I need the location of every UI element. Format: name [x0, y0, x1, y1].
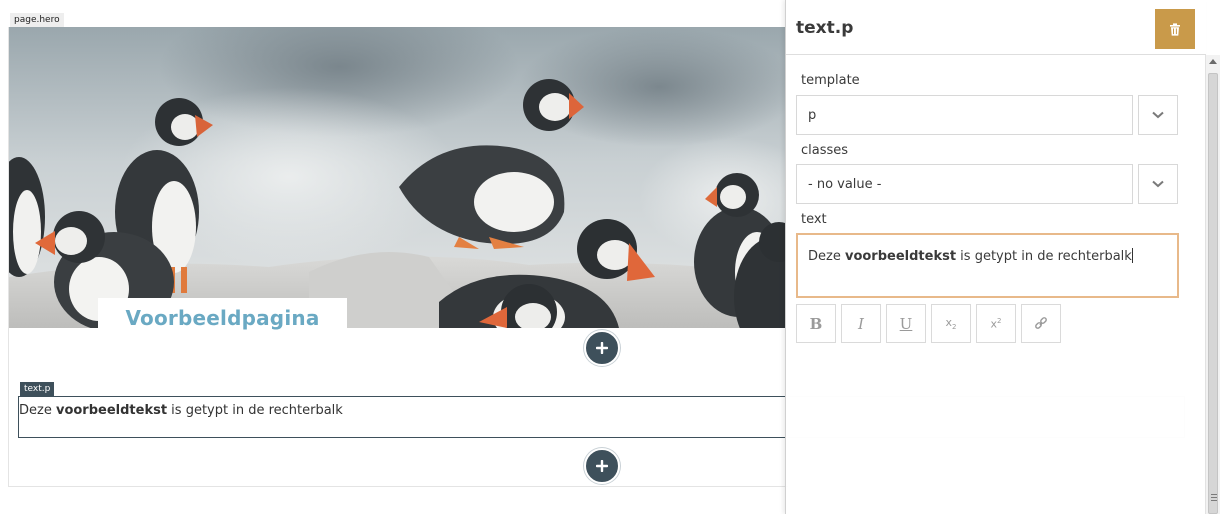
sidebar-scrollbar[interactable]	[1205, 55, 1220, 514]
chevron-down-icon	[1152, 180, 1164, 188]
add-block-button[interactable]	[584, 330, 620, 366]
classes-value: - no value -	[808, 176, 882, 192]
template-value: p	[808, 107, 817, 123]
superscript-icon: x2	[990, 316, 1002, 331]
italic-button[interactable]: I	[841, 304, 881, 343]
underline-icon: U	[899, 314, 913, 333]
sidebar-header: text.p	[786, 0, 1206, 55]
bold-button[interactable]: B	[796, 304, 836, 343]
link-button[interactable]	[1021, 304, 1061, 343]
text-block-content: Deze voorbeeldtekst is getypt in de rech…	[19, 403, 343, 418]
text-part: Deze	[808, 249, 845, 264]
chevron-down-icon	[1152, 111, 1164, 119]
text-bold-part: voorbeeldtekst	[844, 249, 957, 264]
properties-sidebar: text.p template p classes - no value - t…	[785, 0, 1206, 514]
plus-icon	[596, 342, 608, 354]
scroll-thumb[interactable]	[1208, 73, 1218, 514]
underline-button[interactable]: U	[886, 304, 926, 343]
hero-title: Voorbeeldpagina	[125, 306, 320, 330]
subscript-button[interactable]: x2	[931, 304, 971, 343]
text-part: is getypt in de rechterbalk	[956, 249, 1132, 264]
text-bold-part: voorbeeldtekst	[55, 403, 168, 418]
classes-select[interactable]: - no value -	[796, 164, 1133, 204]
text-label: text	[801, 212, 827, 227]
hero-title-box: Voorbeeldpagina	[98, 298, 347, 338]
delete-button[interactable]	[1155, 9, 1195, 49]
add-block-button[interactable]	[584, 448, 620, 484]
sidebar-title: text.p	[796, 18, 854, 38]
template-label: template	[801, 73, 860, 88]
text-block-tag: text.p	[20, 382, 55, 396]
classes-label: classes	[801, 143, 849, 158]
hero-block-tag: page.hero	[10, 13, 64, 27]
trash-icon	[1170, 22, 1180, 36]
text-editor-field[interactable]: Deze voorbeeldtekst is getypt in de rech…	[796, 233, 1179, 298]
bold-icon: B	[809, 314, 823, 333]
text-part: Deze	[19, 403, 56, 418]
scroll-grip-icon	[1211, 494, 1217, 503]
plus-icon	[596, 460, 608, 472]
superscript-button[interactable]: x2	[976, 304, 1016, 343]
template-select[interactable]: p	[796, 95, 1133, 135]
template-dropdown-button[interactable]	[1138, 95, 1178, 135]
subscript-icon: x2	[945, 315, 957, 332]
scroll-up-arrow[interactable]	[1209, 59, 1217, 64]
text-caret	[1131, 248, 1133, 263]
hero-image	[9, 27, 786, 328]
link-icon	[1035, 316, 1047, 329]
italic-icon: I	[858, 314, 864, 333]
text-part: is getypt in de rechterbalk	[167, 403, 343, 418]
classes-dropdown-button[interactable]	[1138, 164, 1178, 204]
